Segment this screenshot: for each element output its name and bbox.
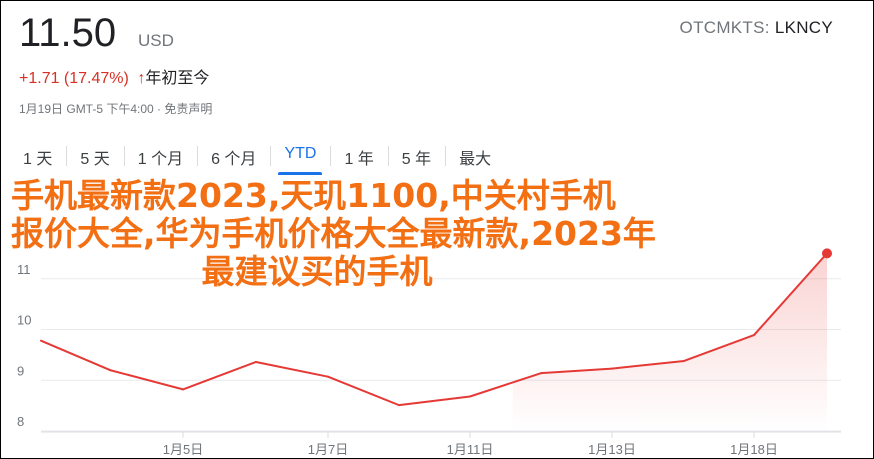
price-line-segment bbox=[182, 360, 257, 391]
last-price-dot bbox=[822, 248, 832, 259]
x-tick-label: 1月7日 bbox=[308, 442, 348, 457]
y-tick-label: 9 bbox=[17, 363, 24, 378]
overlay-line-3: 最建议买的手机 bbox=[201, 252, 433, 291]
price-line-segment bbox=[327, 375, 400, 407]
y-tick-label: 8 bbox=[17, 414, 24, 429]
x-tick-label: 1月5日 bbox=[163, 442, 203, 457]
y-tick-label: 10 bbox=[17, 313, 31, 328]
overlay-line-2: 报价大全,华为手机价格大全最新款,2023年 bbox=[11, 214, 656, 253]
x-tick-label: 1月18日 bbox=[730, 442, 778, 457]
price-line-segment bbox=[40, 339, 111, 372]
overlay-headline: 手机最新款2023,天玑1100,中关村手机 报价大全,华为手机价格大全最新款,… bbox=[11, 177, 771, 291]
x-tick-label: 1月11日 bbox=[447, 442, 494, 457]
price-line-segment bbox=[109, 369, 184, 391]
price-line-segment bbox=[255, 360, 329, 378]
x-tick-label: 1月13日 bbox=[588, 442, 636, 457]
price-line-segment bbox=[398, 395, 471, 407]
stock-quote-card: 11.50 USD OTCMKTS: LKNCY +1.71 (17.47%) … bbox=[0, 0, 874, 459]
overlay-line-1: 手机最新款2023,天玑1100,中关村手机 bbox=[11, 176, 616, 215]
